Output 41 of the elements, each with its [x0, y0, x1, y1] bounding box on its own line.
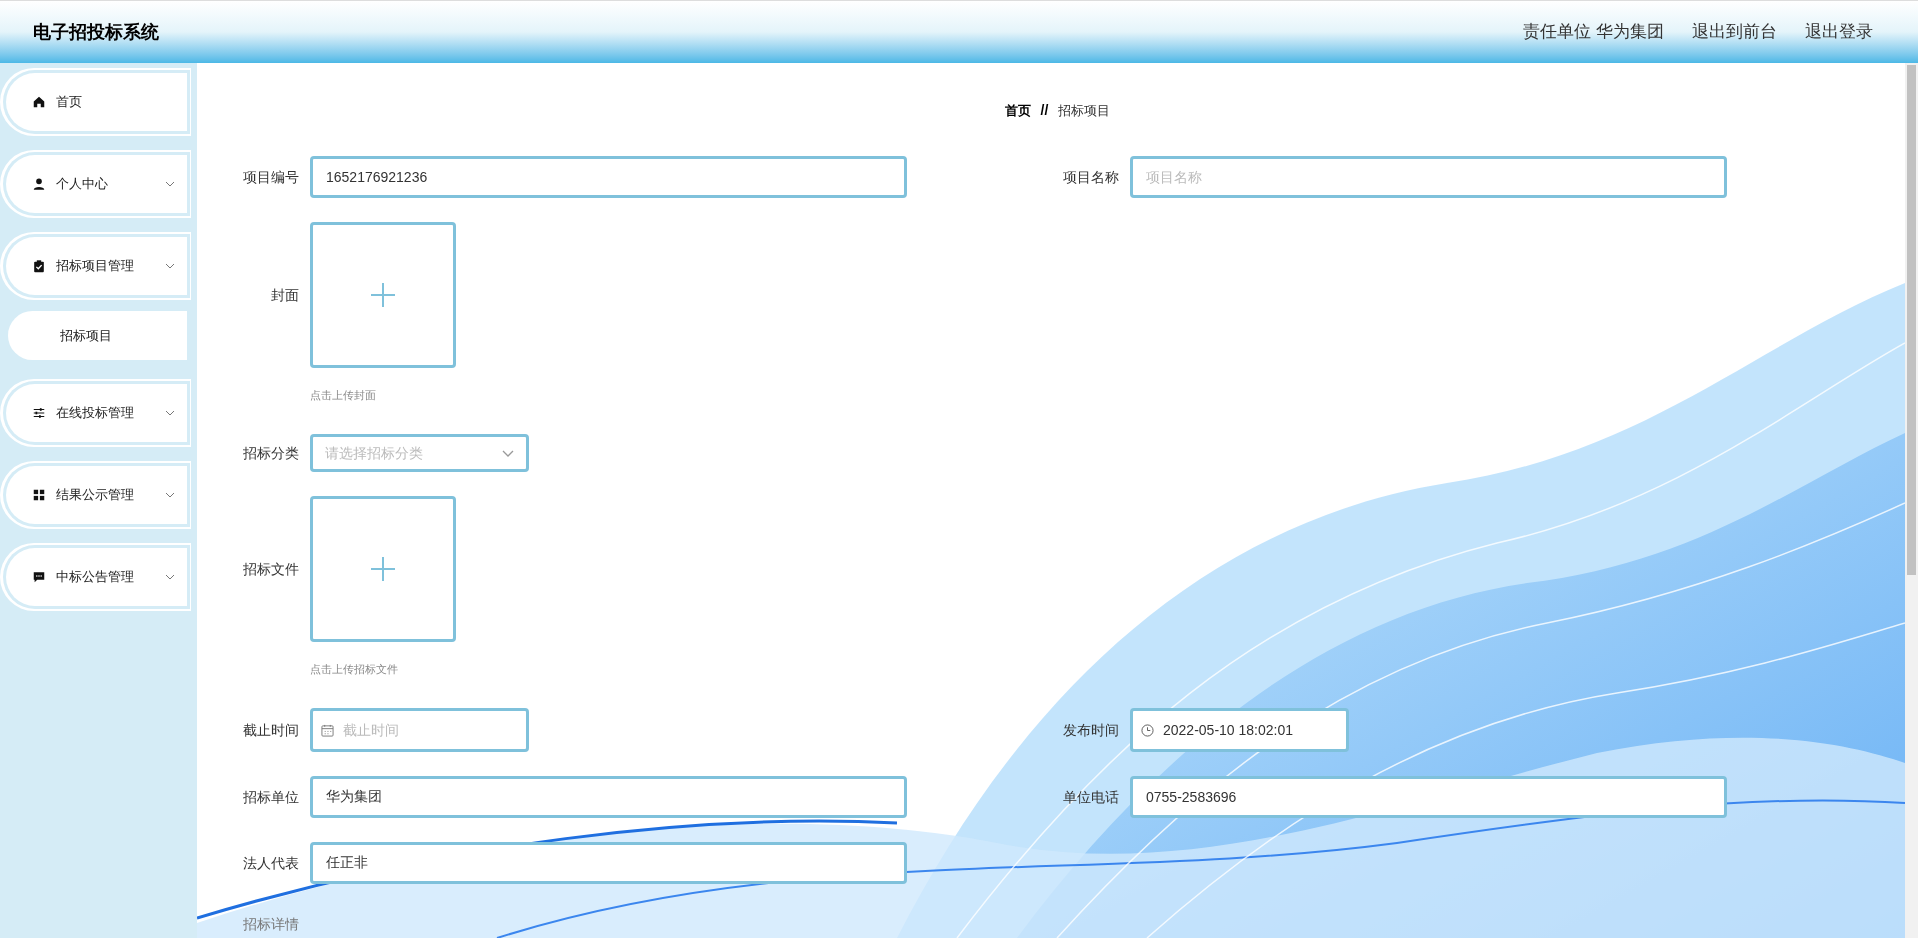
- upload-hint: 点击上传封面: [310, 388, 377, 403]
- text-input[interactable]: 华为集团: [310, 776, 907, 818]
- field-label: 法人代表: [242, 853, 300, 873]
- field-label: 单位电话: [1062, 787, 1120, 807]
- app-title: 电子招投标系统: [33, 20, 159, 44]
- text-input[interactable]: 0755-2583696: [1130, 776, 1727, 818]
- upload-box[interactable]: [310, 496, 456, 642]
- user-icon: [32, 177, 46, 191]
- field-label: 招标分类: [242, 443, 300, 463]
- text-input[interactable]: 项目名称: [1130, 156, 1727, 198]
- field-label: 封面: [270, 286, 300, 305]
- field-label: 发布时间: [1062, 720, 1120, 740]
- breadcrumb-link[interactable]: 招标项目: [1058, 100, 1111, 121]
- clipboard-check-icon: [32, 259, 46, 273]
- calendar-icon: [321, 723, 334, 737]
- chevron-down-icon: [502, 449, 514, 457]
- field-label: 招标文件: [242, 560, 300, 579]
- text-input[interactable]: 1652176921236: [310, 156, 907, 198]
- header-link[interactable]: 退出登录: [1805, 19, 1873, 45]
- chat-bubble-icon: [32, 570, 46, 584]
- field-label: 招标单位: [242, 787, 300, 807]
- breadcrumb-link[interactable]: 首页: [1004, 100, 1031, 121]
- plus-icon: [371, 557, 395, 581]
- datetime-picker[interactable]: 2022-05-10 18:02:01: [1130, 708, 1349, 752]
- field-label: 项目编号: [242, 167, 300, 187]
- field-label: 招标详情: [242, 915, 300, 934]
- grid-icon: [32, 488, 46, 502]
- sidebar-subitem[interactable]: 招标项目: [8, 311, 187, 360]
- plus-icon: [371, 283, 395, 307]
- scrollbar[interactable]: [1905, 63, 1918, 938]
- text-input[interactable]: 任正非: [310, 842, 907, 884]
- upload-box[interactable]: [310, 222, 456, 368]
- breadcrumb-separator: //: [1040, 101, 1049, 120]
- upload-hint: 点击上传招标文件: [310, 662, 399, 677]
- header-link[interactable]: 责任单位 华为集团: [1523, 19, 1664, 45]
- clock-icon: [1141, 723, 1154, 737]
- home-icon: [32, 95, 46, 109]
- sliders-icon: [32, 406, 46, 420]
- field-label: 项目名称: [1062, 167, 1120, 187]
- header-link[interactable]: 退出到前台: [1692, 19, 1777, 45]
- field-label: 截止时间: [242, 720, 300, 740]
